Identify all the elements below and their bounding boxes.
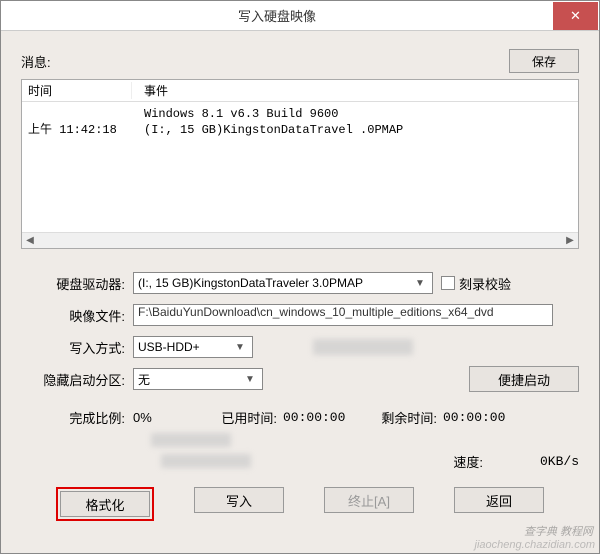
message-row: 消息: 保存: [21, 49, 579, 73]
drive-row: 硬盘驱动器: (I:, 15 GB)KingstonDataTraveler 3…: [21, 267, 579, 299]
dialog-window: 写入硬盘映像 ✕ 消息: 保存 时间 事件 Windows 8.1 v6.3 B…: [0, 0, 600, 554]
window-title: 写入硬盘映像: [1, 6, 553, 25]
close-icon: ✕: [570, 8, 581, 24]
scroll-right-icon[interactable]: ▶: [562, 233, 578, 249]
write-button[interactable]: 写入: [194, 487, 284, 513]
remaining-value: 00:00:00: [443, 410, 533, 425]
percent-value: 0%: [133, 410, 213, 425]
close-button[interactable]: ✕: [553, 2, 598, 30]
blurred-text: [161, 454, 251, 468]
drive-label: 硬盘驱动器:: [21, 274, 133, 293]
button-row: 格式化 写入 终止[A] 返回: [21, 487, 579, 521]
content-area: 消息: 保存 时间 事件 Windows 8.1 v6.3 Build 9600…: [1, 31, 599, 531]
log-event: (I:, 15 GB)KingstonDataTravel .0PMAP: [132, 122, 578, 138]
hide-boot-combo[interactable]: 无 ▼: [133, 368, 263, 390]
chevron-down-icon: ▼: [412, 278, 428, 289]
log-time: 上午 11:42:18: [22, 122, 132, 138]
log-panel: 时间 事件 Windows 8.1 v6.3 Build 9600 上午 11:…: [21, 79, 579, 249]
speed-value: 0KB/s: [489, 454, 579, 469]
log-header: 时间 事件: [22, 80, 578, 102]
abort-button: 终止[A]: [324, 487, 414, 513]
format-highlight: 格式化: [56, 487, 154, 521]
back-button[interactable]: 返回: [454, 487, 544, 513]
message-label: 消息:: [21, 52, 51, 71]
image-label: 映像文件:: [21, 306, 133, 325]
speed-label: 速度:: [419, 452, 489, 471]
status-row-2: 速度: 0KB/s: [21, 447, 579, 475]
chevron-down-icon: ▼: [242, 374, 258, 385]
log-col-event[interactable]: 事件: [132, 82, 578, 99]
write-method-label: 写入方式:: [21, 338, 133, 357]
hide-boot-value: 无: [138, 371, 242, 388]
elapsed-label: 已用时间:: [213, 408, 283, 427]
image-file-input[interactable]: F:\BaiduYunDownload\cn_windows_10_multip…: [133, 304, 553, 326]
write-method-combo[interactable]: USB-HDD+ ▼: [133, 336, 253, 358]
save-button[interactable]: 保存: [509, 49, 579, 73]
hide-boot-label: 隐藏启动分区:: [21, 370, 133, 389]
chevron-down-icon: ▼: [232, 342, 248, 353]
log-row: Windows 8.1 v6.3 Build 9600: [22, 106, 578, 122]
title-bar: 写入硬盘映像 ✕: [1, 1, 599, 31]
status-row-1: 完成比例: 0% 已用时间: 00:00:00 剩余时间: 00:00:00: [21, 403, 579, 431]
format-button[interactable]: 格式化: [60, 491, 150, 517]
watermark-text-2: 查字典 教程网: [524, 523, 593, 539]
image-row: 映像文件: F:\BaiduYunDownload\cn_windows_10_…: [21, 299, 579, 331]
hide-boot-row: 隐藏启动分区: 无 ▼ 便捷启动: [21, 363, 579, 395]
remaining-label: 剩余时间:: [373, 408, 443, 427]
scroll-track[interactable]: [38, 234, 562, 248]
watermark-text: jiaocheng.chazidian.com: [475, 539, 595, 551]
verify-checkbox[interactable]: [441, 276, 455, 290]
blurred-text: [151, 433, 231, 447]
form-area: 硬盘驱动器: (I:, 15 GB)KingstonDataTraveler 3…: [21, 267, 579, 521]
write-method-value: USB-HDD+: [138, 340, 232, 354]
quick-boot-button[interactable]: 便捷启动: [469, 366, 579, 392]
log-col-time[interactable]: 时间: [22, 82, 132, 99]
divider: [21, 431, 579, 447]
scroll-left-icon[interactable]: ◀: [22, 233, 38, 249]
write-method-row: 写入方式: USB-HDD+ ▼: [21, 331, 579, 363]
drive-combo[interactable]: (I:, 15 GB)KingstonDataTraveler 3.0PMAP …: [133, 272, 433, 294]
elapsed-value: 00:00:00: [283, 410, 373, 425]
log-body: Windows 8.1 v6.3 Build 9600 上午 11:42:18 …: [22, 102, 578, 142]
log-time: [22, 106, 132, 122]
horizontal-scrollbar[interactable]: ◀ ▶: [22, 232, 578, 248]
blurred-text: [313, 339, 413, 355]
verify-label: 刻录校验: [459, 274, 511, 293]
log-event: Windows 8.1 v6.3 Build 9600: [132, 106, 578, 122]
log-row: 上午 11:42:18 (I:, 15 GB)KingstonDataTrave…: [22, 122, 578, 138]
percent-label: 完成比例:: [21, 408, 133, 427]
drive-value: (I:, 15 GB)KingstonDataTraveler 3.0PMAP: [138, 276, 412, 290]
